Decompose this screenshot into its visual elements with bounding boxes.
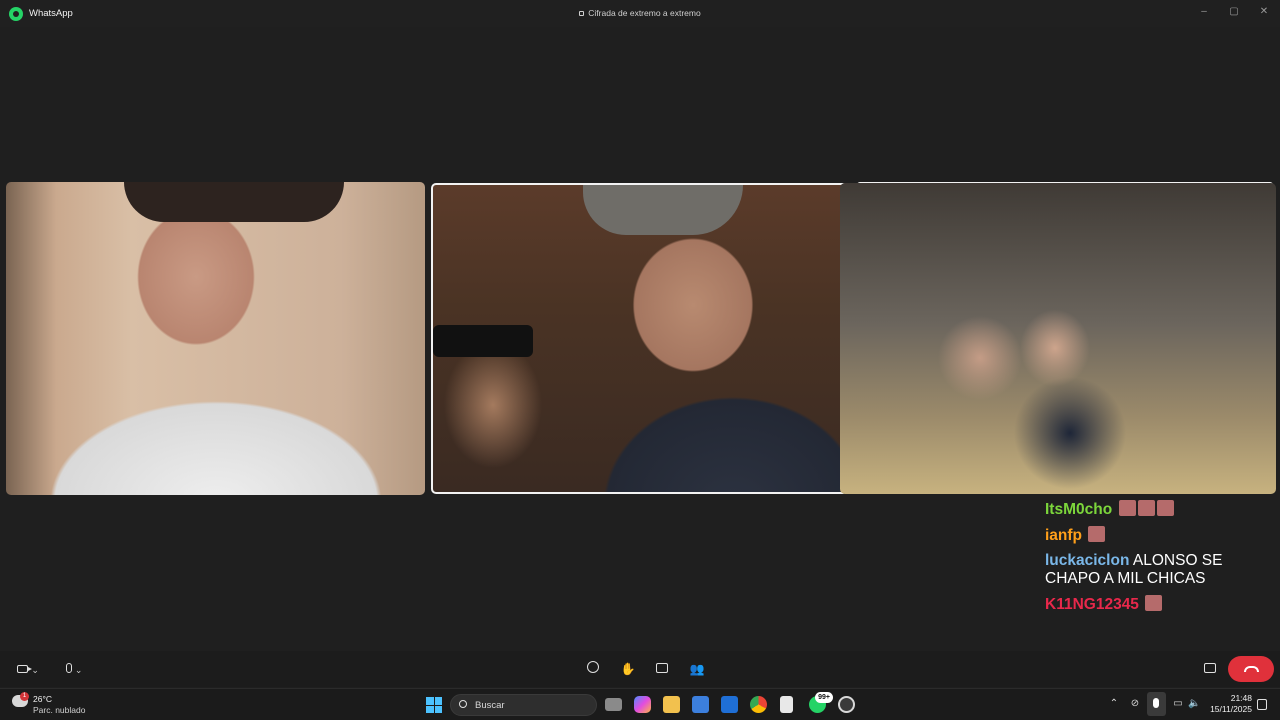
- video-frame-detail: [124, 182, 344, 222]
- chat-message: ItsM0cho: [1045, 500, 1275, 519]
- task-view-icon[interactable]: [605, 698, 622, 711]
- emote-icon: [1118, 500, 1136, 516]
- video-camera-icon: [17, 665, 33, 673]
- chat-message: ianfp: [1045, 526, 1275, 545]
- share-screen-icon: [656, 663, 668, 673]
- clock[interactable]: 21:48 15/11/2025: [1200, 693, 1252, 715]
- weather-description[interactable]: Parc. nublado: [33, 705, 85, 715]
- taskbar: 1 26°C Parc. nublado Buscar ⌃ ⊘ ▭ 🔈 21:4…: [0, 688, 1280, 720]
- title-bar: WhatsApp Cifrada de extremo a extremo – …: [0, 0, 1280, 27]
- raise-hand-button[interactable]: ✋: [620, 660, 636, 678]
- chat-message: K11NG12345: [1045, 595, 1275, 614]
- smiley-icon: [587, 661, 599, 673]
- emote-icon: [1156, 500, 1174, 516]
- chrome-icon[interactable]: [750, 696, 767, 713]
- clock-time: 21:48: [1230, 693, 1252, 703]
- participant-video-3[interactable]: [840, 183, 1276, 494]
- stream-chat-overlay: ItsM0cho ianfp luckaciclon ALONSO SE CHA…: [1045, 500, 1275, 621]
- close-button[interactable]: ✕: [1256, 5, 1272, 19]
- microphone-toggle-button[interactable]: ⌄: [58, 660, 90, 678]
- microsoft-store-icon[interactable]: [692, 696, 709, 713]
- hang-up-icon: [1244, 666, 1259, 672]
- weather-badge: 1: [20, 692, 29, 701]
- chat-username: ItsM0cho: [1045, 501, 1113, 518]
- minimize-button[interactable]: –: [1196, 5, 1212, 19]
- end-call-button[interactable]: [1228, 656, 1274, 682]
- video-frame-detail: [583, 185, 743, 235]
- encryption-notice: Cifrada de extremo a extremo: [0, 8, 1280, 18]
- notifications-icon[interactable]: [1257, 699, 1267, 710]
- document-icon[interactable]: [780, 696, 793, 713]
- chevron-down-icon: ⌄: [31, 665, 39, 675]
- lock-icon: [579, 11, 585, 16]
- whatsapp-unread-badge: 99+: [815, 692, 833, 703]
- search-label: Buscar: [475, 700, 505, 711]
- maximize-button[interactable]: ▢: [1226, 5, 1242, 19]
- share-screen-button[interactable]: [654, 660, 670, 678]
- chevron-up-icon[interactable]: ⌃: [1108, 698, 1120, 710]
- weather-temperature[interactable]: 26°C: [33, 694, 52, 704]
- copilot-icon[interactable]: [634, 696, 651, 713]
- chat-username: K11NG12345: [1045, 596, 1139, 613]
- obs-icon[interactable]: [838, 696, 855, 713]
- call-controls-bar: ⌄ ⌄ ✋ 👥: [0, 651, 1280, 687]
- windows-start-icon[interactable]: [426, 697, 442, 713]
- encryption-text: Cifrada de extremo a extremo: [588, 8, 701, 18]
- grid-layout-icon: [1204, 663, 1216, 673]
- microphone-in-use-icon[interactable]: [1147, 692, 1166, 716]
- hand-icon: ✋: [620, 662, 636, 676]
- emote-icon: [1088, 526, 1106, 542]
- chevron-down-icon: ⌄: [74, 665, 83, 675]
- clock-date: 15/11/2025: [1210, 704, 1252, 714]
- participant-video-1[interactable]: [6, 182, 425, 495]
- search-icon: [459, 700, 467, 708]
- people-icon: 👥: [689, 662, 705, 676]
- outlook-icon[interactable]: [721, 696, 738, 713]
- add-participants-button[interactable]: 👥: [688, 660, 706, 678]
- video-frame-detail: [433, 325, 533, 357]
- microphone-icon: [65, 663, 72, 673]
- file-explorer-icon[interactable]: [663, 696, 680, 713]
- emote-icon: [1137, 500, 1155, 516]
- chat-username: luckaciclon: [1045, 552, 1130, 569]
- reactions-button[interactable]: [585, 660, 601, 678]
- emote-icon: [1145, 595, 1163, 611]
- volume-icon[interactable]: 🔈: [1188, 698, 1200, 710]
- chat-message: luckaciclon ALONSO SE CHAPO A MIL CHICAS: [1045, 552, 1275, 588]
- participant-video-2[interactable]: [431, 183, 848, 494]
- layout-button[interactable]: [1202, 660, 1218, 678]
- taskbar-search[interactable]: Buscar: [450, 694, 597, 716]
- hidden-eye-icon[interactable]: ⊘: [1129, 698, 1141, 710]
- network-icon[interactable]: ▭: [1172, 698, 1184, 710]
- camera-toggle-button[interactable]: ⌄: [12, 660, 44, 678]
- chat-username: ianfp: [1045, 527, 1083, 544]
